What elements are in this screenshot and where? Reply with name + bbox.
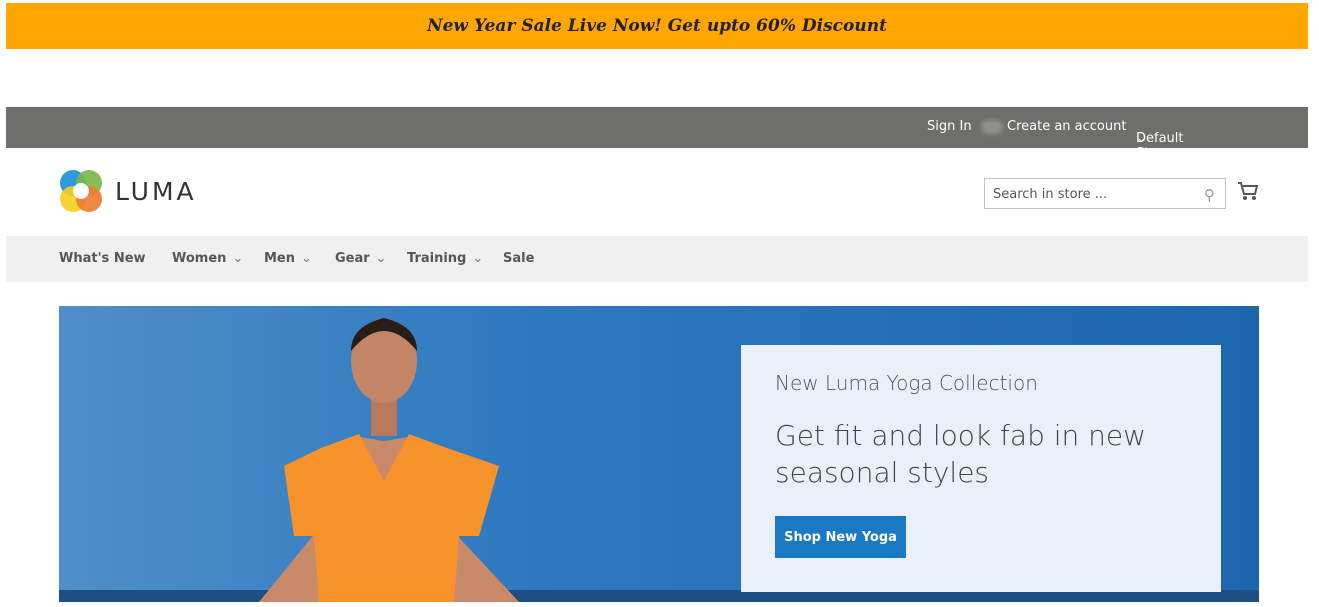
nav-gear[interactable]: Gear ⌄ bbox=[335, 251, 387, 266]
nav-whats-new[interactable]: What's New bbox=[59, 251, 146, 266]
yoga-woman-image bbox=[259, 318, 519, 602]
logo-text: LUMA bbox=[115, 176, 197, 206]
hero-card: New Luma Yoga Collection Get fit and loo… bbox=[741, 345, 1221, 592]
search-placeholder: Search in store ... bbox=[993, 187, 1108, 202]
main-nav: What's New Women ⌄ Men ⌄ Gear ⌄ Training ⌄ S… bbox=[6, 236, 1308, 282]
nav-label: Men bbox=[264, 251, 296, 266]
create-account-link[interactable]: Create an account bbox=[1007, 119, 1126, 134]
nav-women[interactable]: Women ⌄ bbox=[172, 251, 243, 266]
top-bar: Sign In Create an account Default Store … bbox=[6, 107, 1308, 176]
hero-banner[interactable]: New Luma Yoga Collection Get fit and loo… bbox=[59, 306, 1259, 602]
chevron-down-icon: ⌄ bbox=[375, 251, 387, 266]
nav-label: Sale bbox=[503, 251, 535, 266]
separator bbox=[981, 120, 1003, 134]
hero-title: Get fit and look fab in new seasonal sty… bbox=[775, 419, 1147, 489]
promo-text: New Year Sale Live Now! Get upto 60% Dis… bbox=[427, 16, 887, 36]
nav-label: Women bbox=[172, 251, 227, 266]
nav-label: What's New bbox=[59, 251, 146, 266]
nav-training[interactable]: Training ⌄ bbox=[407, 251, 483, 266]
search-icon[interactable]: ⚲ bbox=[1204, 186, 1215, 204]
chevron-down-icon: ⌄ bbox=[1136, 131, 1147, 146]
logo[interactable]: LUMA bbox=[59, 169, 197, 213]
promo-banner[interactable]: New Year Sale Live Now! Get upto 60% Dis… bbox=[6, 3, 1308, 49]
nav-sale[interactable]: Sale bbox=[503, 251, 534, 266]
chevron-down-icon: ⌄ bbox=[472, 251, 484, 266]
nav-label: Gear bbox=[335, 251, 370, 266]
nav-men[interactable]: Men ⌄ bbox=[264, 251, 312, 266]
shop-new-yoga-button[interactable]: Shop New Yoga bbox=[775, 516, 906, 558]
luma-logo-icon bbox=[60, 170, 102, 212]
cart-icon[interactable] bbox=[1237, 180, 1259, 206]
hero-subtitle: New Luma Yoga Collection bbox=[775, 371, 1038, 395]
sign-in-link[interactable]: Sign In bbox=[927, 119, 972, 134]
nav-label: Training bbox=[407, 251, 467, 266]
search-input[interactable]: Search in store ... ⚲ bbox=[984, 178, 1226, 209]
chevron-down-icon: ⌄ bbox=[301, 251, 312, 266]
chevron-down-icon: ⌄ bbox=[232, 251, 244, 266]
